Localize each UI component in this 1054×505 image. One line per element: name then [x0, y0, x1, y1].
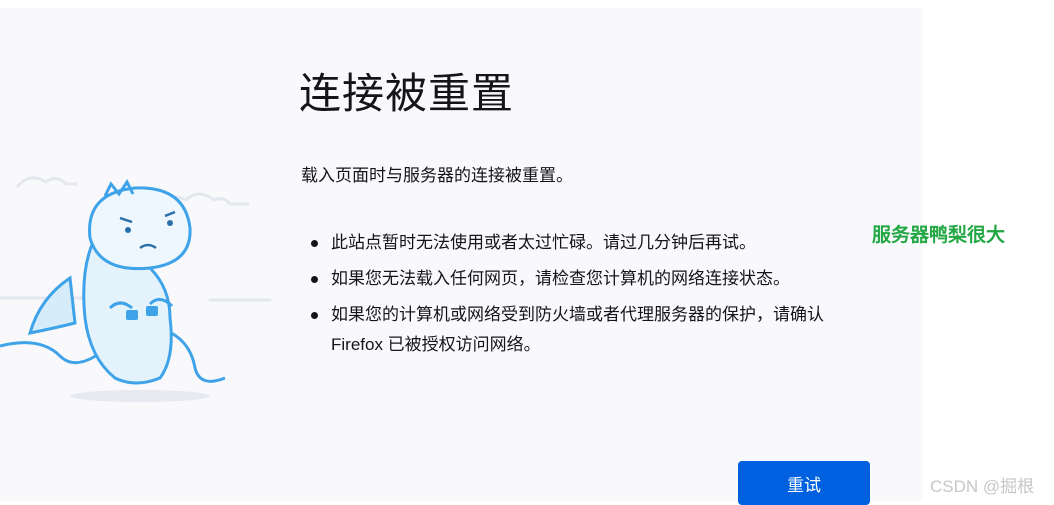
- list-item: 如果您的计算机或网络受到防火墙或者代理服务器的保护，请确认 Firefox 已被…: [301, 300, 901, 360]
- bullet-icon: [311, 276, 318, 283]
- reason-text: 此站点暂时无法使用或者太过忙碌。请过几分钟后再试。: [331, 233, 756, 252]
- page-title: 连接被重置: [299, 70, 515, 117]
- reason-text: 如果您的计算机或网络受到防火墙或者代理服务器的保护，请确认 Firefox 已被…: [331, 305, 824, 354]
- reason-list: 此站点暂时无法使用或者太过忙碌。请过几分钟后再试。 如果您无法载入任何网页，请检…: [301, 228, 901, 366]
- dino-unplugged-icon: [0, 176, 272, 402]
- list-item: 如果您无法载入任何网页，请检查您计算机的网络连接状态。: [301, 264, 901, 294]
- bullet-icon: [311, 240, 318, 247]
- error-intro: 载入页面时与服务器的连接被重置。: [301, 166, 573, 185]
- annotation-note: 服务器鸭梨很大: [872, 225, 1006, 246]
- bullet-icon: [311, 312, 318, 319]
- watermark: CSDN @掘根: [930, 477, 1035, 496]
- retry-button[interactable]: 重试: [738, 461, 870, 505]
- list-item: 此站点暂时无法使用或者太过忙碌。请过几分钟后再试。: [301, 228, 901, 258]
- reason-text: 如果您无法载入任何网页，请检查您计算机的网络连接状态。: [331, 269, 790, 288]
- error-page-panel: 连接被重置 载入页面时与服务器的连接被重置。 此站点暂时无法使用或者太过忙碌。请…: [0, 8, 922, 505]
